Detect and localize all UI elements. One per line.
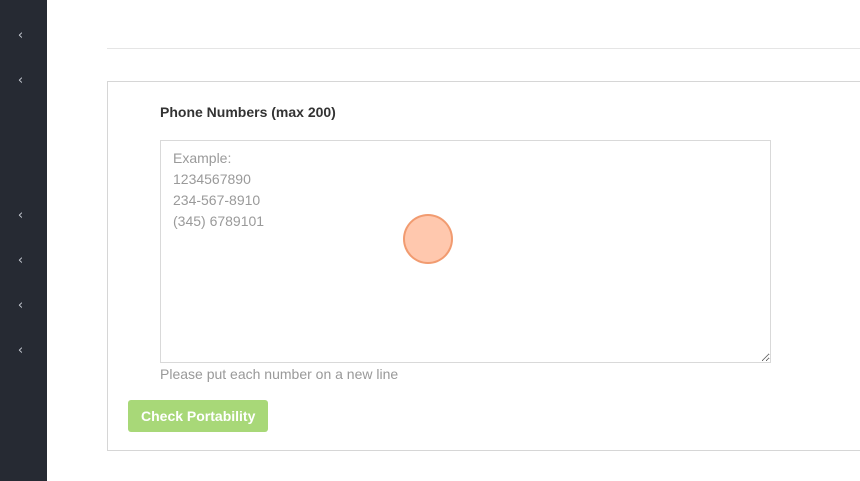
chevron-left-icon[interactable]: ‹	[0, 341, 47, 361]
check-portability-button[interactable]: Check Portability	[128, 400, 269, 432]
chevron-left-icon[interactable]: ‹	[0, 251, 47, 271]
phone-numbers-textarea[interactable]	[160, 140, 771, 363]
chevron-left-icon[interactable]: ‹	[0, 26, 47, 46]
sidebar: ‹ ‹ ‹ ‹ ‹ ‹	[0, 0, 47, 481]
chevron-left-icon[interactable]: ‹	[0, 296, 47, 316]
help-text: Please put each number on a new line	[160, 366, 399, 382]
chevron-left-icon[interactable]: ‹	[0, 206, 47, 226]
header-divider	[107, 48, 860, 49]
phone-numbers-label: Phone Numbers (max 200)	[160, 104, 336, 120]
phone-numbers-panel: Phone Numbers (max 200) Please put each …	[107, 81, 860, 451]
chevron-left-icon[interactable]: ‹	[0, 71, 47, 91]
